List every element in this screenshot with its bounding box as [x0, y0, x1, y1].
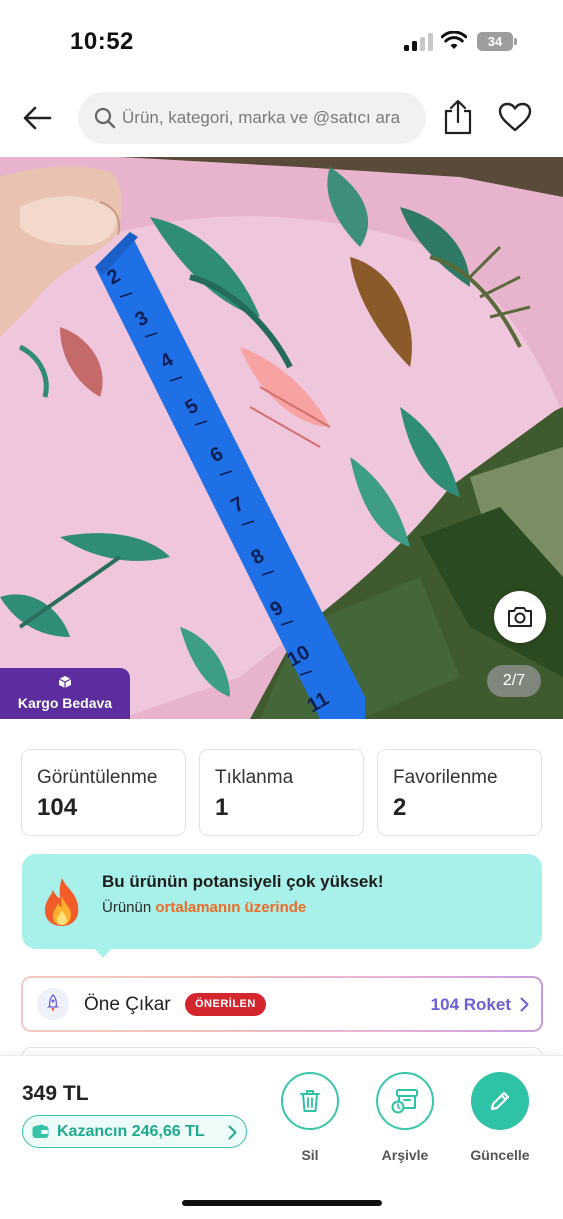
stat-views: Görüntülenme 104: [21, 749, 186, 836]
search-placeholder: Ürün, kategori, marka ve @satıcı ara: [122, 108, 401, 127]
chevron-right-icon: [520, 997, 529, 1012]
archive-label: Arşivle: [381, 1147, 429, 1163]
stats-row: Görüntülenme 104 Tıklanma 1 Favorilenme …: [21, 749, 542, 836]
share-icon[interactable]: [441, 98, 475, 136]
status-bar: 10:52 34: [0, 0, 563, 80]
trash-icon: [300, 1090, 320, 1112]
signal-icon: [404, 33, 433, 51]
wifi-icon: [441, 31, 467, 49]
potential-subtitle: Ürünün ortalamanın üzerinde: [102, 899, 306, 916]
delete-label: Sil: [301, 1147, 319, 1163]
earnings-label: Kazancın 246,66 TL: [57, 1123, 205, 1140]
bottom-action-bar: 349 TL Kazancın 246,66 TL Sil Arşivle Gü…: [0, 1055, 563, 1219]
camera-icon: [508, 607, 532, 627]
product-image: 2 3 4 5 6 7 8 9 10 11: [0, 157, 563, 719]
wallet-icon: [32, 1124, 49, 1138]
stat-label: Görüntülenme: [37, 767, 158, 788]
potential-banner: Bu ürünün potansiyeli çok yüksek! Ürünün…: [22, 854, 542, 949]
home-indicator: [182, 1200, 382, 1206]
stat-value: 2: [393, 794, 407, 821]
stat-favorites: Favorilenme 2: [377, 749, 542, 836]
stat-label: Tıklanma: [215, 767, 294, 788]
stat-value: 104: [37, 794, 78, 821]
archive-button[interactable]: Arşivle: [365, 1072, 445, 1163]
stat-label: Favorilenme: [393, 767, 498, 788]
earnings-button[interactable]: Kazancın 246,66 TL: [22, 1115, 247, 1148]
stat-value: 1: [215, 794, 229, 821]
price-label: 349 TL: [22, 1082, 89, 1105]
chevron-right-icon: [228, 1125, 237, 1140]
free-shipping-label: Kargo Bedava: [17, 695, 113, 711]
free-shipping-badge: Kargo Bedava: [0, 668, 130, 719]
update-label: Güncelle: [470, 1147, 530, 1163]
feature-product-row[interactable]: Öne Çıkar ÖNERİLEN 104 Roket: [21, 976, 543, 1032]
battery-icon: 34: [477, 32, 517, 51]
feature-label: Öne Çıkar: [84, 994, 171, 1015]
update-button[interactable]: Güncelle: [460, 1072, 540, 1163]
search-input[interactable]: Ürün, kategori, marka ve @satıcı ara: [78, 92, 426, 144]
status-time: 10:52: [70, 28, 134, 55]
fire-icon: [44, 878, 79, 926]
archive-icon: [391, 1089, 418, 1114]
stat-clicks: Tıklanma 1: [199, 749, 364, 836]
recommended-badge: ÖNERİLEN: [185, 993, 266, 1016]
camera-button[interactable]: [494, 591, 546, 643]
battery-level: 34: [477, 32, 513, 51]
pencil-icon: [490, 1091, 510, 1111]
potential-subtitle-highlight: ortalamanın üzerinde: [155, 899, 307, 916]
box-icon: [58, 676, 72, 688]
banner-pointer: [92, 946, 114, 958]
search-icon: [94, 107, 116, 129]
product-photo[interactable]: 2 3 4 5 6 7 8 9 10 11 Kargo Bedava: [0, 157, 563, 719]
back-arrow-icon[interactable]: [18, 100, 56, 136]
rocket-cost: 104 Roket: [430, 995, 511, 1014]
image-counter: 2/7: [487, 665, 541, 697]
heart-icon[interactable]: [497, 101, 533, 133]
potential-subtitle-prefix: Ürünün: [102, 899, 152, 916]
potential-title: Bu ürünün potansiyeli çok yüksek!: [102, 872, 384, 891]
top-navigation: Ürün, kategori, marka ve @satıcı ara: [0, 88, 563, 148]
delete-button[interactable]: Sil: [270, 1072, 350, 1163]
rocket-icon: [37, 988, 69, 1020]
